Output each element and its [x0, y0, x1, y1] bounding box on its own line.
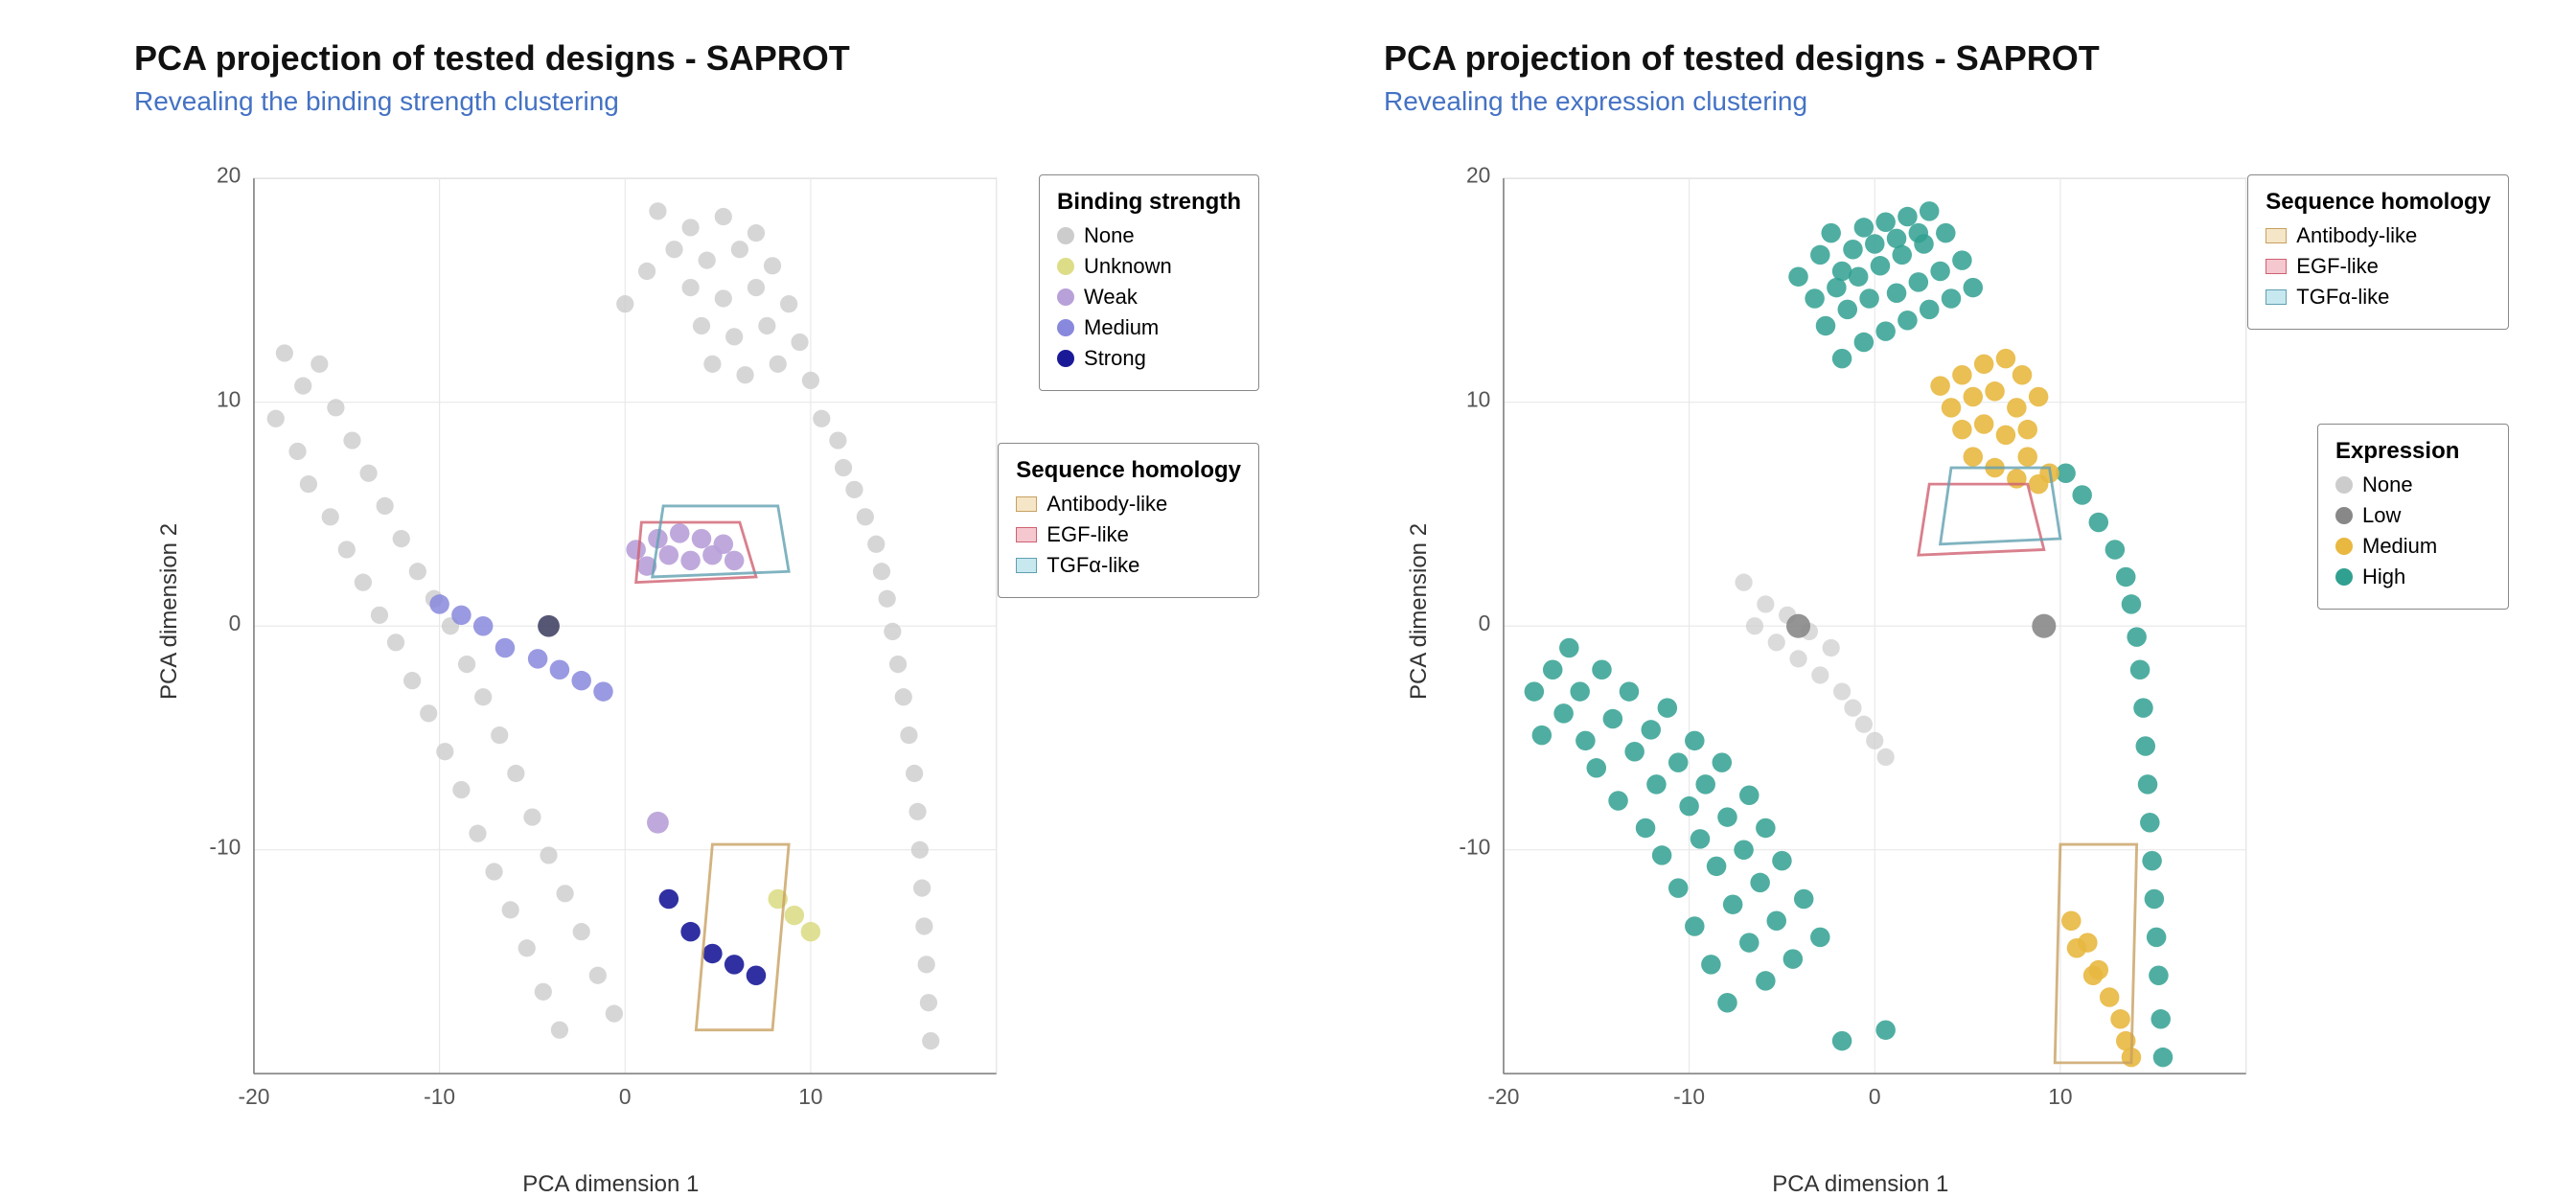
right-tgfa-swatch [2266, 289, 2287, 305]
svg-text:-10: -10 [1673, 1084, 1705, 1109]
exp-medium-dot [2335, 538, 2353, 555]
svg-text:0: 0 [229, 611, 242, 635]
svg-text:10: 10 [2048, 1084, 2072, 1109]
exp-low-dot [2335, 507, 2353, 524]
medium-dot [1057, 319, 1074, 336]
binding-strength-legend-title: Binding strength [1057, 189, 1241, 216]
unknown-label: Unknown [1084, 254, 1172, 279]
antibody-label: Antibody-like [1046, 492, 1167, 517]
left-chart-area: PCA dimension 2 PCA dimension 1 [134, 146, 1269, 1150]
strong-dot [1057, 350, 1074, 367]
tgfa-swatch [1016, 558, 1037, 573]
right-legend-antibody: Antibody-like [2266, 223, 2491, 248]
svg-text:0: 0 [619, 1084, 632, 1109]
svg-text:0: 0 [1479, 611, 1491, 635]
right-chart-panel: PCA projection of tested designs - SAPRO… [1307, 38, 2518, 1150]
right-egf-swatch [2266, 259, 2287, 274]
exp-high-dot [2335, 568, 2353, 586]
strong-label: Strong [1084, 346, 1146, 371]
expression-legend-title: Expression [2335, 438, 2491, 465]
expression-legend: Expression None Low Medium High [2317, 424, 2509, 610]
exp-medium-label: Medium [2362, 534, 2437, 559]
left-chart-panel: PCA projection of tested designs - SAPRO… [58, 38, 1269, 1150]
right-egf-label: EGF-like [2296, 254, 2379, 279]
legend-item-none: None [1057, 223, 1241, 248]
svg-text:20: 20 [1466, 163, 1490, 188]
tgfa-label: TGFα-like [1046, 553, 1139, 578]
svg-text:-20: -20 [1488, 1084, 1520, 1109]
svg-text:-10: -10 [209, 834, 241, 859]
legend-item-weak: Weak [1057, 285, 1241, 310]
right-seq-homology-legend-title: Sequence homology [2266, 189, 2491, 216]
exp-high-label: High [2362, 564, 2405, 589]
right-seq-homology-legend: Sequence homology Antibody-like EGF-like… [2247, 174, 2509, 330]
svg-text:-10: -10 [424, 1084, 455, 1109]
svg-text:10: 10 [217, 386, 241, 411]
right-x-axis-label: PCA dimension 1 [1772, 1171, 1948, 1198]
egf-label: EGF-like [1046, 522, 1129, 547]
expression-high: High [2335, 564, 2491, 589]
right-chart-subtitle: Revealing the expression clustering [1384, 86, 1807, 117]
svg-text:-20: -20 [239, 1084, 270, 1109]
unknown-dot [1057, 258, 1074, 275]
right-legend-egf: EGF-like [2266, 254, 2491, 279]
expression-none: None [2335, 472, 2491, 497]
legend-item-strong: Strong [1057, 346, 1241, 371]
svg-text:20: 20 [217, 163, 241, 188]
none-label: None [1084, 223, 1135, 248]
left-chart-title: PCA projection of tested designs - SAPRO… [134, 38, 850, 79]
legend-antibody: Antibody-like [1016, 492, 1241, 517]
legend-tgfa: TGFα-like [1016, 553, 1241, 578]
svg-text:-10: -10 [1459, 834, 1490, 859]
none-dot [1057, 227, 1074, 244]
exp-none-label: None [2362, 472, 2413, 497]
left-chart-subtitle: Revealing the binding strength clusterin… [134, 86, 619, 117]
right-legend-tgfa: TGFα-like [2266, 285, 2491, 310]
legend-item-medium: Medium [1057, 315, 1241, 340]
legend-egf: EGF-like [1016, 522, 1241, 547]
antibody-swatch [1016, 496, 1037, 512]
left-seq-homology-legend-title: Sequence homology [1016, 457, 1241, 484]
egf-swatch [1016, 527, 1037, 542]
right-chart-area: PCA dimension 2 PCA dimension 1 20 10 [1384, 146, 2518, 1150]
expression-low: Low [2335, 503, 2491, 528]
binding-strength-legend: Binding strength None Unknown Weak Mediu… [1039, 174, 1259, 391]
medium-label: Medium [1084, 315, 1159, 340]
weak-dot [1057, 288, 1074, 306]
svg-text:0: 0 [1869, 1084, 1881, 1109]
right-tgfa-label: TGFα-like [2296, 285, 2389, 310]
exp-none-dot [2335, 476, 2353, 494]
right-antibody-label: Antibody-like [2296, 223, 2417, 248]
right-antibody-swatch [2266, 228, 2287, 243]
exp-low-label: Low [2362, 503, 2401, 528]
left-x-axis-label: PCA dimension 1 [522, 1171, 699, 1198]
right-chart-title: PCA projection of tested designs - SAPRO… [1384, 38, 2100, 79]
legend-item-unknown: Unknown [1057, 254, 1241, 279]
left-seq-homology-legend: Sequence homology Antibody-like EGF-like… [998, 443, 1259, 598]
expression-medium: Medium [2335, 534, 2491, 559]
svg-text:10: 10 [798, 1084, 822, 1109]
weak-label: Weak [1084, 285, 1138, 310]
svg-text:10: 10 [1466, 386, 1490, 411]
